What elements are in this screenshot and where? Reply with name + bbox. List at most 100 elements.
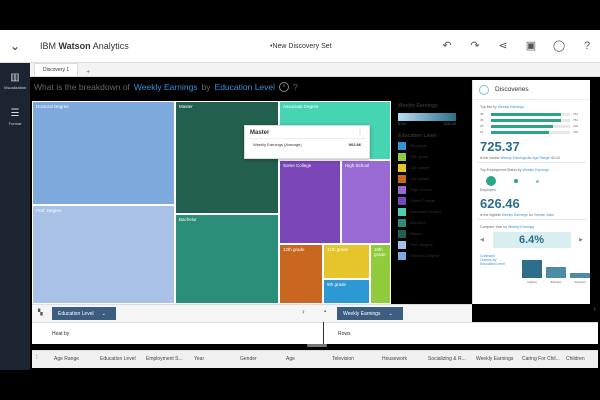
size-by-pill[interactable]: Weekly Earnings ⌄: [337, 307, 403, 320]
legend-item[interactable]: Bachelor: [398, 218, 466, 227]
rail-item-visualization[interactable]: ▥ Visualization: [0, 63, 30, 99]
color-gradient: [398, 113, 456, 121]
legend-swatch: [398, 152, 406, 161]
discovery-card[interactable]: Compare Year by Weekly Earnings ◀ 6.4% ▶…: [477, 223, 590, 286]
treemap-cell[interactable]: 10th grade: [370, 244, 391, 304]
treemap-tooltip: Master ⋮ Weekly Earnings (Average) 902.8…: [244, 125, 370, 159]
chevron-down-icon: ⌄: [101, 310, 106, 317]
bubble: [486, 176, 496, 186]
legend: Weekly Earnings $724 1022.00 Education L…: [398, 103, 466, 303]
app-header: ⌄ IBM Watson Analytics •New Discovery Se…: [0, 30, 600, 63]
chevron-down-icon[interactable]: ⌄: [0, 39, 30, 53]
legend-swatch: [398, 229, 406, 238]
discoveries-header: Discoveries: [473, 80, 590, 100]
dimension-token[interactable]: Education Level: [215, 82, 276, 92]
redo-icon[interactable]: ↷: [468, 39, 482, 53]
arrow-right-icon[interactable]: ▶: [579, 237, 583, 243]
column-item[interactable]: Children: [566, 356, 585, 362]
column-item[interactable]: Television: [332, 356, 354, 362]
discovery-card[interactable]: Top Employment Status by Weekly Earnings…: [477, 166, 586, 220]
sliders-icon: ☰: [10, 108, 20, 119]
help-icon[interactable]: ?: [580, 39, 594, 53]
document-title[interactable]: •New Discovery Set: [270, 43, 332, 50]
treemap-cell[interactable]: 9th grade: [323, 279, 370, 304]
discovery-card[interactable]: Top five by Weekly Earnings 45 754 35 754 25…: [477, 103, 586, 163]
chart-icon: ▥: [10, 72, 20, 83]
more-icon[interactable]: ⋮: [357, 129, 363, 136]
color-shelf: ▚ Education Level ⌄ › ▪ Weekly Earnings ⌄: [32, 304, 472, 322]
column-item[interactable]: Year: [194, 356, 204, 362]
legend-item[interactable]: Doctoral Degree: [398, 251, 466, 260]
undo-icon[interactable]: ↶: [440, 39, 454, 53]
legend-item[interactable]: Master: [398, 229, 466, 238]
left-rail: ▥ Visualization ☰ Format: [0, 63, 30, 370]
legend-item[interactable]: 11th grade: [398, 163, 466, 172]
treemap-cell[interactable]: Doctoral Degree: [32, 101, 175, 205]
grid-icon: ⁞: [36, 355, 38, 361]
treemap-cell[interactable]: Some College: [279, 160, 341, 244]
treemap-cell[interactable]: 12th grade: [279, 244, 323, 304]
mini-bar-label: Wrapped: [574, 280, 586, 284]
treemap-cell[interactable]: 11th grade: [323, 244, 370, 279]
help-question-icon[interactable]: ?: [293, 82, 298, 92]
column-item[interactable]: Socializing & R...: [428, 356, 466, 362]
chevron-right-icon[interactable]: ›: [302, 307, 305, 316]
tab-discovery-1[interactable]: Discovery 1: [34, 63, 79, 76]
header-actions: ↶ ↷ ⋖ ▣ ◯ ?: [440, 39, 594, 53]
rail-item-format[interactable]: ☰ Format: [0, 99, 30, 135]
legend-swatch: [398, 163, 406, 172]
measure-token[interactable]: Weekly Earnings: [134, 82, 198, 92]
legend-item[interactable]: High School: [398, 185, 466, 194]
column-item[interactable]: Weekly Earnings: [476, 356, 513, 362]
column-item[interactable]: Housework: [382, 356, 407, 362]
column-item[interactable]: Education Level: [100, 356, 136, 362]
legend-item[interactable]: Prof. Degree: [398, 240, 466, 249]
discovery-bar: 15 705: [480, 130, 579, 134]
legend-swatch: [398, 174, 406, 183]
legend-item[interactable]: 10th grade: [398, 152, 466, 161]
treemap-cell[interactable]: Prof. Degree: [32, 205, 175, 304]
mini-bar-label: Highest: [527, 280, 537, 284]
chevron-right-icon[interactable]: ›: [593, 304, 596, 313]
present-icon[interactable]: ▣: [524, 39, 538, 53]
column-item[interactable]: Age: [286, 356, 295, 362]
column-item[interactable]: Age Range: [54, 356, 79, 362]
app-brand: IBM Watson Analytics: [40, 41, 129, 51]
treemap-cell[interactable]: Bachelor: [175, 214, 279, 304]
legend-item[interactable]: Associate Degree: [398, 207, 466, 216]
clear-icon[interactable]: ×: [279, 82, 290, 92]
user-icon[interactable]: ◯: [552, 39, 566, 53]
drag-handle[interactable]: [307, 344, 327, 347]
question-bar: What is the breakdown of Weekly Earnings…: [34, 82, 298, 92]
legend-item[interactable]: 9th grade: [398, 141, 466, 150]
share-icon[interactable]: ⋖: [496, 39, 510, 53]
mini-bar: [546, 267, 566, 278]
columns-list: ⁞ Age Range Education Level Employment S..…: [32, 350, 598, 368]
legend-swatch: [398, 196, 406, 205]
size-icon: ▪: [324, 309, 327, 315]
splitter[interactable]: [323, 322, 324, 344]
bubble: [536, 179, 539, 183]
color-by-pill[interactable]: Education Level ⌄: [52, 307, 116, 320]
legend-swatch: [398, 240, 406, 249]
add-tab-button[interactable]: +: [78, 69, 98, 76]
legend-swatch: [398, 185, 406, 194]
column-item[interactable]: Gender: [240, 356, 257, 362]
top-letterbox: [0, 0, 600, 30]
chevron-down-icon: ⌄: [388, 310, 393, 317]
arrow-left-icon[interactable]: ◀: [480, 237, 484, 243]
legend-swatch: [398, 218, 406, 227]
mini-bar-chart: Contracts Chimes by Education Level High…: [480, 252, 590, 284]
legend-swatch: [398, 207, 406, 216]
legend-item[interactable]: Some College: [398, 196, 466, 205]
column-item[interactable]: Caring For Chil...: [522, 356, 560, 362]
legend-item[interactable]: 12th grade: [398, 174, 466, 183]
discoveries-panel: Discoveries Top five by Weekly Earnings …: [472, 80, 590, 304]
column-item[interactable]: Employment S...: [146, 356, 183, 362]
mini-bar: [522, 260, 542, 278]
bubble: [514, 179, 518, 183]
legend-swatch: [398, 141, 406, 150]
legend-swatch: [398, 251, 406, 260]
mini-bar: [570, 273, 590, 278]
treemap-cell[interactable]: High School: [341, 160, 391, 244]
